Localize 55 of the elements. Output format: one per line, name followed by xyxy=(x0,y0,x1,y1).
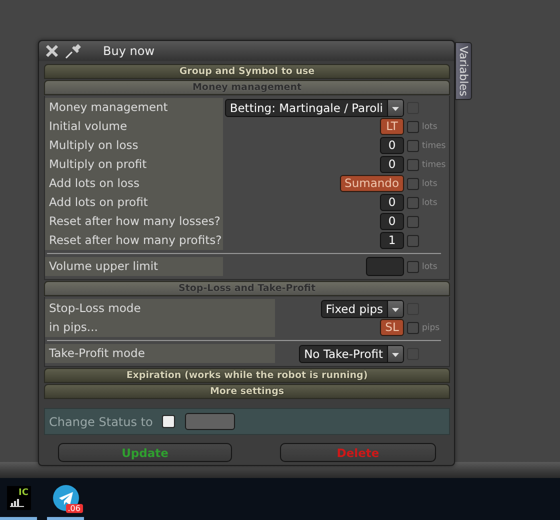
checkbox[interactable] xyxy=(407,216,419,228)
value-field[interactable]: 1 xyxy=(380,232,404,249)
unit-label: lots xyxy=(422,198,438,208)
field-label: Money management xyxy=(45,98,223,117)
close-icon[interactable] xyxy=(45,44,59,58)
checkbox[interactable] xyxy=(407,120,419,132)
field-label: Multiply on loss xyxy=(45,136,223,155)
field-label: Add lots on loss xyxy=(45,174,223,193)
section-header[interactable]: Expiration (works while the robot is running) xyxy=(44,368,450,383)
action-button[interactable]: Update xyxy=(58,443,232,462)
field-label: Volume upper limit xyxy=(45,257,223,276)
checkbox[interactable] xyxy=(407,322,419,334)
status-label: Change Status to xyxy=(49,414,154,428)
unit-label: pips xyxy=(422,322,440,332)
field-label: Take-Profit mode xyxy=(45,344,275,363)
checkbox[interactable] xyxy=(407,178,419,190)
checkbox[interactable] xyxy=(407,140,419,152)
value-field[interactable] xyxy=(366,257,404,276)
dropdown[interactable]: Fixed pips xyxy=(320,300,404,318)
field-label: Add lots on profit xyxy=(45,193,223,212)
caret-icon[interactable] xyxy=(387,300,403,316)
field-label: Reset after how many losses? xyxy=(45,212,223,231)
value-field[interactable]: LT xyxy=(380,118,404,135)
value-field[interactable]: SL xyxy=(380,319,404,336)
checkbox[interactable] xyxy=(407,260,419,272)
checkbox[interactable] xyxy=(407,158,419,170)
unit-label: times xyxy=(422,160,446,170)
pin-icon[interactable] xyxy=(65,43,83,59)
app-logo[interactable]: IC xyxy=(6,486,30,510)
unit-label: lots xyxy=(422,122,438,132)
dropdown[interactable]: Betting: Martingale / Paroli xyxy=(224,98,404,116)
dropdown[interactable]: No Take-Profit xyxy=(299,344,404,362)
field-label: Initial volume xyxy=(45,117,223,136)
section-header[interactable]: More settings xyxy=(44,384,450,399)
unit-label: lots xyxy=(422,262,438,272)
value-field[interactable]: 0 xyxy=(380,156,404,173)
unit-label: times xyxy=(422,140,446,150)
color-swatch[interactable] xyxy=(185,413,235,430)
window-title: Buy now xyxy=(103,44,155,58)
unit-label: lots xyxy=(422,178,438,188)
value-field[interactable]: 0 xyxy=(380,137,404,154)
checkbox[interactable] xyxy=(407,234,419,246)
side-tab[interactable]: Variables xyxy=(455,42,472,100)
field-label: Reset after how many profits? xyxy=(45,231,223,250)
value-field[interactable]: 0 xyxy=(380,194,404,211)
value-field[interactable]: Sumando xyxy=(340,175,404,192)
field-label: in pips... xyxy=(45,318,275,337)
field-label: Multiply on profit xyxy=(45,155,223,174)
value-field[interactable]: 0 xyxy=(380,213,404,230)
field-label: Stop-Loss mode xyxy=(45,299,275,318)
caret-icon[interactable] xyxy=(387,346,403,362)
section-header[interactable]: Group and Symbol to use xyxy=(44,64,450,79)
caret-icon[interactable] xyxy=(387,100,403,116)
checkbox[interactable] xyxy=(407,196,419,208)
status-checkbox[interactable] xyxy=(162,415,175,428)
